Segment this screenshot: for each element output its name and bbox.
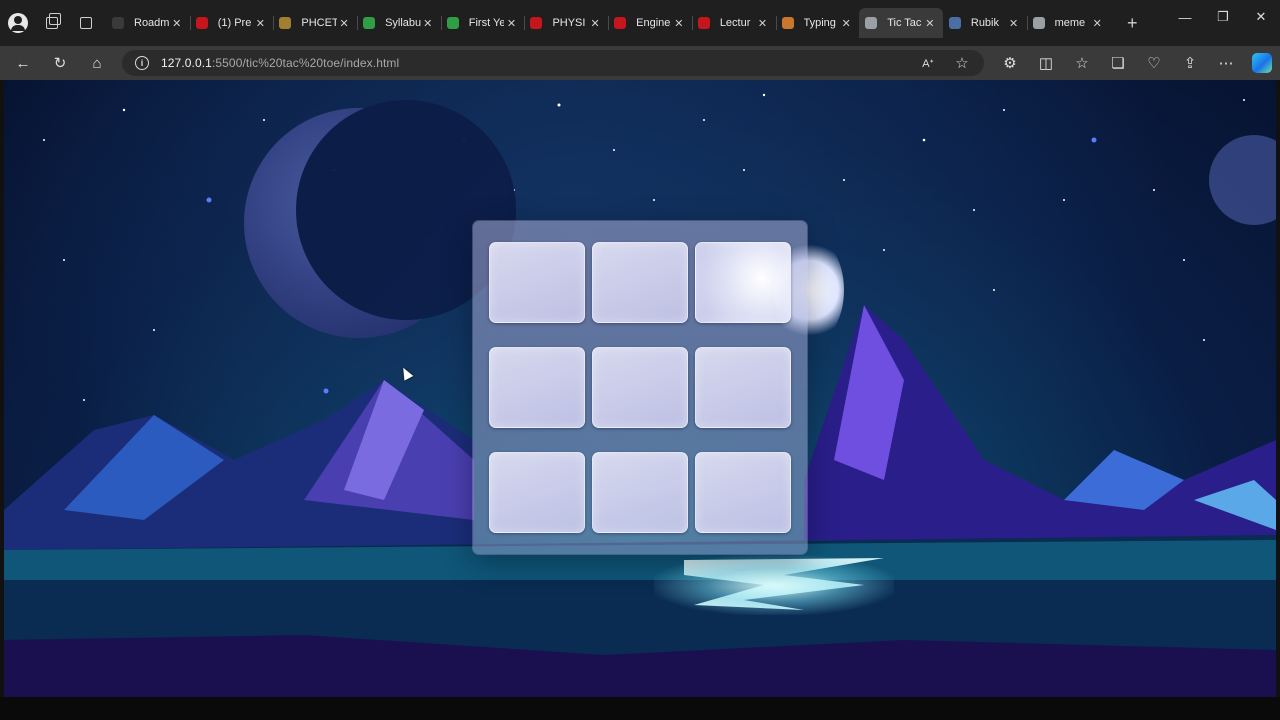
favorite-star-icon[interactable]: ☆: [952, 53, 972, 73]
tab-label: Typing: [803, 17, 836, 29]
close-window-button[interactable]: ✕: [1242, 0, 1280, 34]
extensions-icon[interactable]: ⚙: [1000, 53, 1020, 73]
water-reflection-graphic: [654, 555, 894, 615]
tab-0[interactable]: Roadm ✕: [106, 8, 190, 38]
board-cell-4[interactable]: [592, 347, 688, 428]
navigation-bar: ← ↻ ⌂ i 127.0.0.1:5500/tic%20tac%20toe/i…: [0, 46, 1280, 80]
tab-label: PHCET: [301, 17, 338, 29]
tab-label: Syllabu: [385, 17, 421, 29]
tab-label: meme: [1054, 17, 1086, 29]
board-cell-2[interactable]: [695, 242, 791, 323]
tab-close-icon[interactable]: ✕: [839, 17, 853, 30]
tab-8[interactable]: Typing ✕: [775, 8, 860, 38]
tab-favicon-icon: [446, 17, 459, 29]
share-icon[interactable]: ⇪: [1180, 53, 1200, 73]
tab-favicon-icon: [195, 17, 208, 29]
tab-favicon-icon: [1032, 17, 1045, 29]
window-controls: — ❐ ✕: [1166, 0, 1280, 34]
site-info-icon[interactable]: i: [135, 56, 149, 70]
tab-close-icon[interactable]: ✕: [1090, 17, 1104, 30]
url-text[interactable]: 127.0.0.1:5500/tic%20tac%20toe/index.htm…: [161, 56, 399, 70]
tab-6[interactable]: Engine ✕: [608, 8, 692, 38]
read-aloud-icon[interactable]: Aᐩ: [918, 53, 938, 73]
tab-favicon-icon: [363, 17, 376, 29]
tab-close-icon[interactable]: ✕: [1007, 17, 1021, 30]
split-screen-icon[interactable]: ◫: [1036, 53, 1056, 73]
tab-favicon-icon: [865, 17, 878, 29]
tab-actions-icon[interactable]: [76, 13, 96, 33]
tab-2[interactable]: PHCET ✕: [273, 8, 357, 38]
tab-strip: Roadm ✕ (1) Pre ✕ PHCET ✕ Syllabu ✕ First Ye…: [0, 0, 1280, 46]
tab-favicon-icon: [697, 17, 710, 29]
tab-label: Tic Tac: [887, 17, 922, 29]
tab-label: PHYSI: [552, 17, 586, 29]
board-cell-1[interactable]: [592, 242, 688, 323]
profile-avatar-icon[interactable]: [8, 13, 28, 33]
board-cell-5[interactable]: [695, 347, 791, 428]
tab-close-icon[interactable]: ✕: [756, 17, 770, 30]
tab-favicon-icon: [279, 17, 292, 29]
tab-label: (1) Pre: [217, 17, 252, 29]
collections-icon[interactable]: ❏: [1108, 53, 1128, 73]
tab-list: Roadm ✕ (1) Pre ✕ PHCET ✕ Syllabu ✕ First Ye…: [106, 7, 1110, 39]
tab-9[interactable]: Tic Tac ✕: [859, 8, 943, 38]
tab-label: Engine: [636, 17, 671, 29]
favorites-icon[interactable]: ☆: [1072, 53, 1092, 73]
board-cell-0[interactable]: [489, 242, 585, 323]
tab-7[interactable]: Lectur ✕: [691, 8, 776, 38]
tab-10[interactable]: Rubik ✕: [943, 8, 1027, 38]
address-bar[interactable]: i 127.0.0.1:5500/tic%20tac%20toe/index.h…: [122, 50, 984, 76]
board-cell-7[interactable]: [592, 452, 688, 533]
tab-close-icon[interactable]: ✕: [337, 17, 351, 30]
url-path: :5500/tic%20tac%20toe/index.html: [211, 56, 400, 70]
back-icon[interactable]: ←: [13, 53, 33, 73]
tab-11[interactable]: meme ✕: [1026, 8, 1111, 38]
tab-close-icon[interactable]: ✕: [672, 17, 686, 30]
tab-4[interactable]: First Ye ✕: [440, 8, 525, 38]
tic-tac-toe-board: [473, 221, 807, 554]
tab-1[interactable]: (1) Pre ✕: [189, 8, 274, 38]
url-host: 127.0.0.1: [161, 56, 212, 70]
bottom-border: [0, 697, 1280, 720]
tab-label: First Ye: [468, 17, 505, 29]
window-border-right: [1276, 80, 1280, 697]
tab-close-icon[interactable]: ✕: [588, 17, 602, 30]
board-cell-3[interactable]: [489, 347, 585, 428]
copilot-icon[interactable]: [1252, 53, 1272, 73]
tab-label: Rubik: [970, 17, 999, 29]
page-viewport: [4, 80, 1276, 697]
board-cell-8[interactable]: [695, 452, 791, 533]
tab-favicon-icon: [112, 17, 124, 29]
new-tab-button[interactable]: +: [1122, 13, 1142, 34]
tab-5[interactable]: PHYSI ✕: [524, 8, 608, 38]
tab-label: Roadm: [134, 17, 170, 29]
tab-close-icon[interactable]: ✕: [421, 17, 435, 30]
browser-essentials-icon[interactable]: ♡: [1144, 53, 1164, 73]
restore-button[interactable]: ❐: [1204, 0, 1242, 34]
tab-label: Lectur: [719, 17, 751, 29]
tab-close-icon[interactable]: ✕: [253, 17, 267, 30]
workspaces-icon[interactable]: [42, 13, 62, 33]
tab-close-icon[interactable]: ✕: [504, 17, 518, 30]
tab-close-icon[interactable]: ✕: [170, 17, 184, 30]
tab-favicon-icon: [781, 17, 794, 29]
minimize-button[interactable]: —: [1166, 0, 1204, 34]
tab-favicon-icon: [530, 17, 543, 29]
refresh-icon[interactable]: ↻: [50, 53, 70, 73]
tab-close-icon[interactable]: ✕: [923, 17, 937, 30]
home-icon[interactable]: ⌂: [87, 53, 107, 73]
tab-favicon-icon: [948, 17, 961, 29]
more-menu-icon[interactable]: ⋯: [1216, 53, 1236, 73]
tab-3[interactable]: Syllabu ✕: [357, 8, 441, 38]
tab-favicon-icon: [614, 17, 627, 29]
board-cell-6[interactable]: [489, 452, 585, 533]
